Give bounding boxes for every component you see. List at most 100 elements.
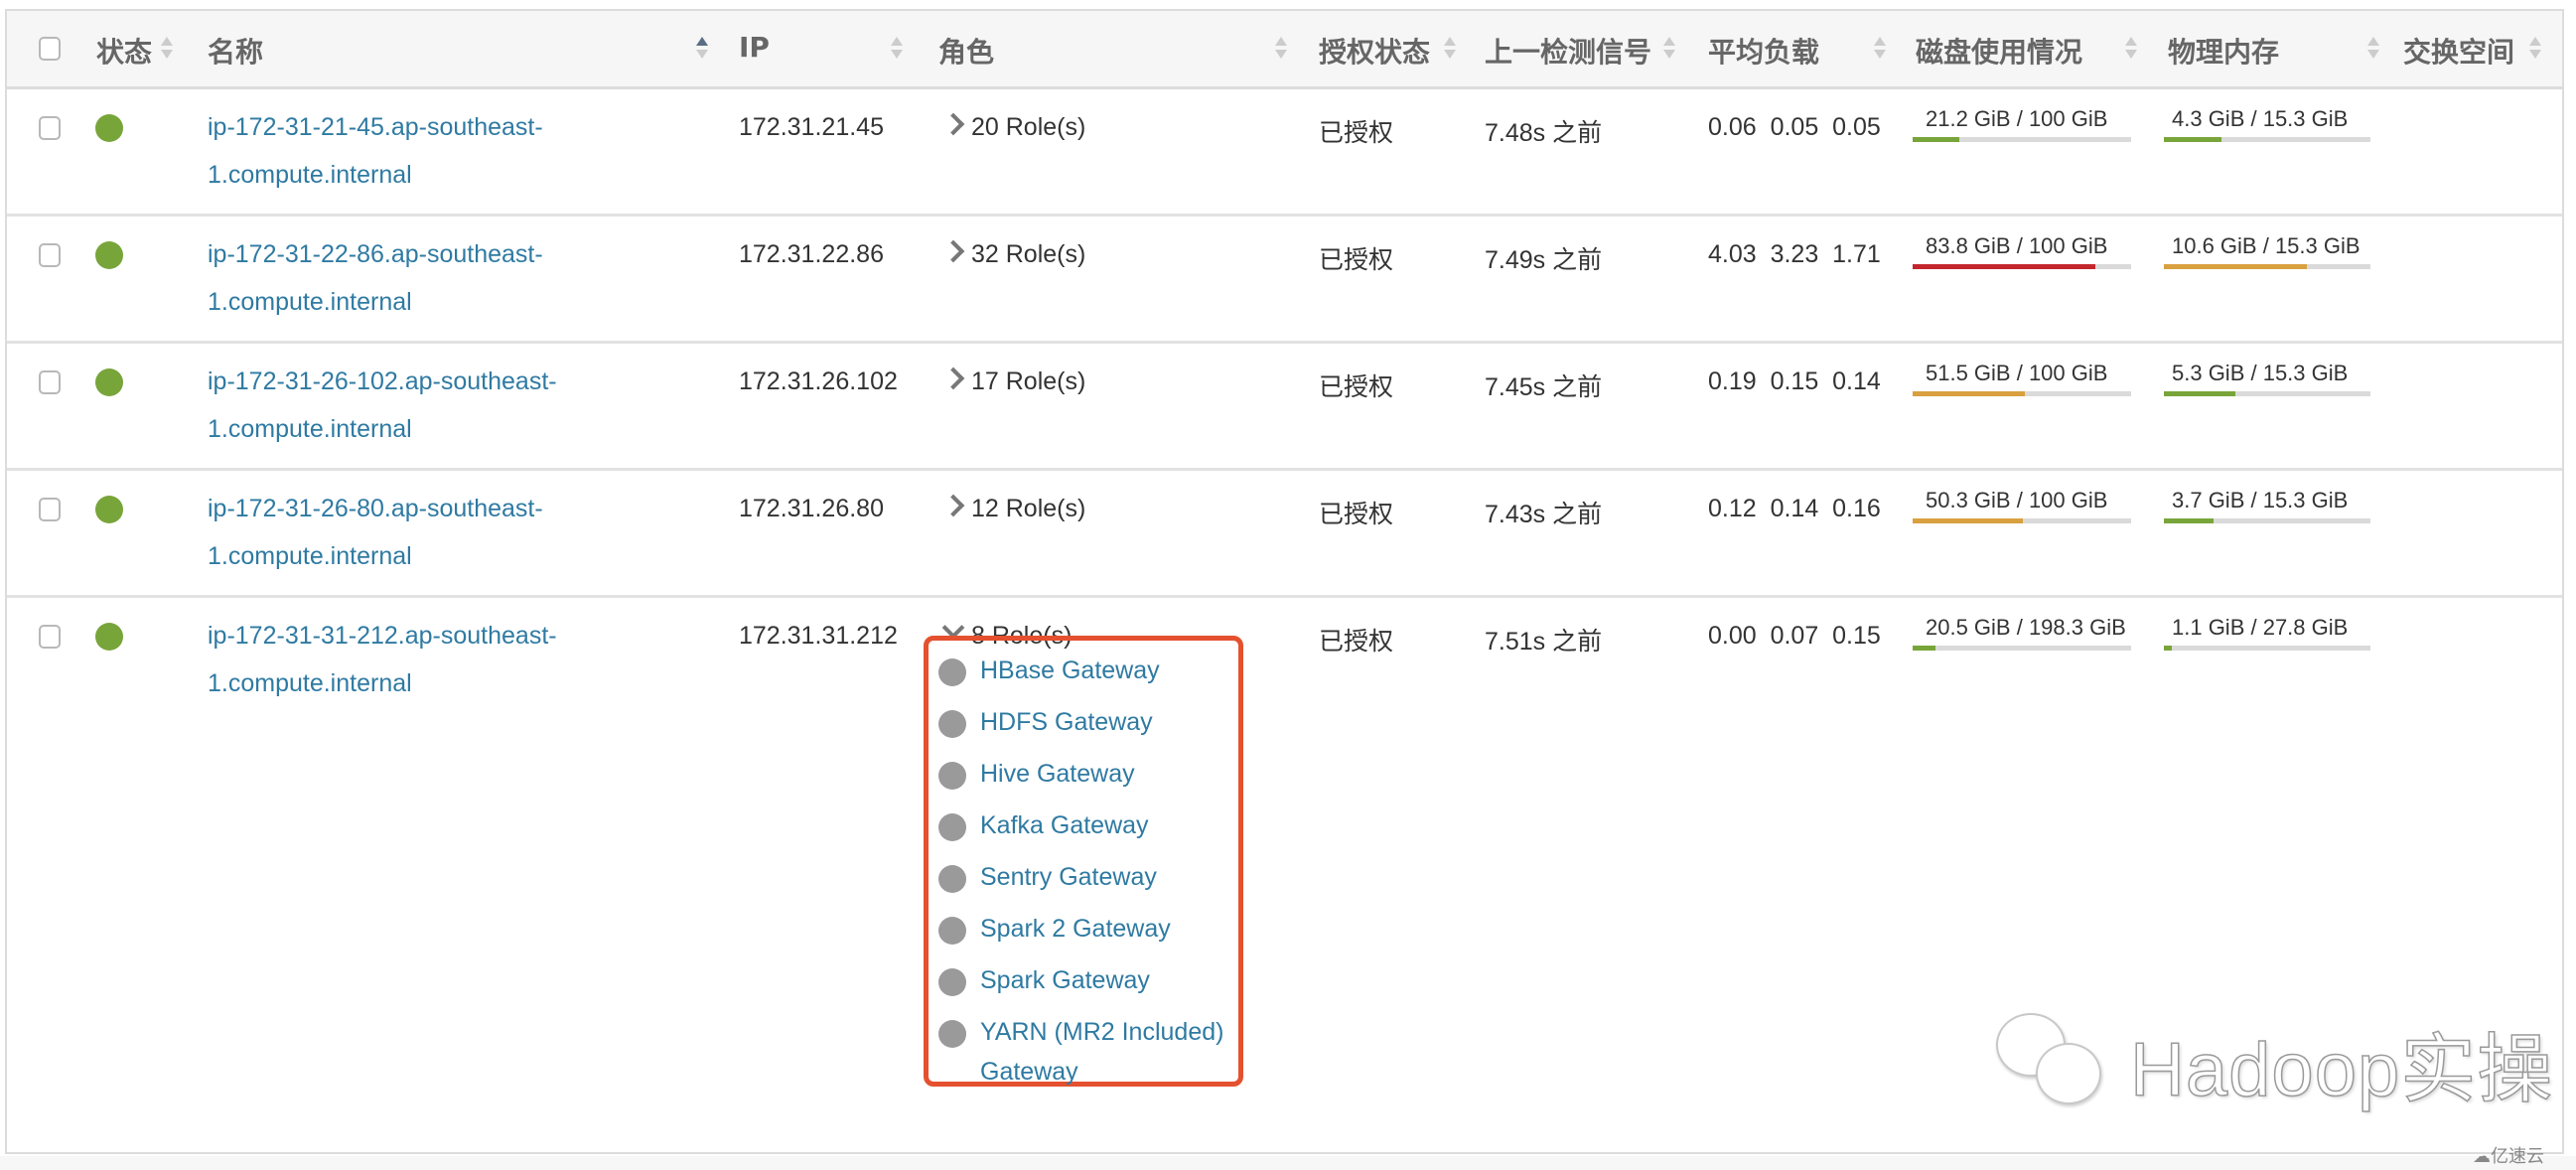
page-footer: [0, 1156, 2576, 1170]
role-status-icon: [938, 865, 966, 893]
sort-icon-status[interactable]: [161, 37, 173, 61]
load-15min: 0.15: [1832, 622, 1881, 650]
sort-icon-heartbeat[interactable]: [1663, 37, 1675, 61]
load-1min: 4.03: [1708, 240, 1757, 268]
status-good-icon: [95, 368, 123, 396]
last-heartbeat: 7.43s 之前: [1485, 501, 1603, 528]
disk-usage-bar: [1913, 518, 2131, 523]
load-5min: 0.14: [1770, 495, 1819, 522]
disk-usage-fill: [1913, 137, 1959, 142]
sort-icon-disk[interactable]: [2125, 37, 2137, 61]
host-name-link[interactable]: ip-172-31-26-102.ap-southeast- 1.compute.…: [208, 358, 605, 453]
hosts-table: 状态 名称 IP 角色 授权状态 上一检测信号 平均负载 磁盘使用情况 物理内存…: [5, 9, 2564, 1154]
disk-usage-bar: [1913, 646, 2131, 651]
status-good-icon: [95, 623, 123, 651]
roles-toggle[interactable]: 17 Role(s): [941, 366, 1085, 396]
watermark-text: Hadoop实操: [2129, 1027, 2554, 1113]
auth-status: 已授权: [1319, 119, 1394, 147]
disk-usage-bar: [1913, 391, 2131, 396]
chevron-right-icon: [941, 494, 965, 517]
role-link[interactable]: Sentry Gateway: [980, 857, 1258, 897]
roles-toggle[interactable]: 32 Role(s): [941, 239, 1086, 269]
role-link[interactable]: HBase Gateway: [980, 651, 1258, 690]
chevron-right-icon: [941, 366, 965, 390]
load-5min: 0.15: [1770, 367, 1819, 395]
disk-usage-fill: [1913, 518, 2023, 523]
host-ip: 172.31.21.45: [739, 113, 884, 141]
row-checkbox[interactable]: [39, 116, 61, 140]
status-good-icon: [95, 496, 123, 523]
load-15min: 0.14: [1832, 367, 1881, 395]
host-ip: 172.31.31.212: [739, 622, 898, 650]
column-header-ip[interactable]: IP: [739, 31, 770, 64]
sort-icon-memory[interactable]: [2367, 37, 2379, 61]
table-row: ip-172-31-26-102.ap-southeast- 1.compute.…: [7, 344, 2562, 471]
role-link[interactable]: Spark Gateway: [980, 960, 1258, 1000]
sort-icon-roles[interactable]: [1275, 37, 1287, 61]
last-heartbeat: 7.48s 之前: [1485, 119, 1603, 147]
load-5min: 3.23: [1770, 240, 1819, 268]
chevron-right-icon: [941, 239, 965, 263]
host-ip: 172.31.26.102: [739, 367, 898, 395]
column-header-auth[interactable]: 授权状态: [1319, 31, 1430, 71]
host-ip: 172.31.26.80: [739, 495, 884, 522]
roles-toggle[interactable]: 12 Role(s): [941, 494, 1086, 523]
sort-icon-ip[interactable]: [891, 37, 903, 61]
table-row: ip-172-31-22-86.ap-southeast- 1.compute.i…: [7, 217, 2562, 344]
memory-usage-label: 3.7 GiB / 15.3 GiB: [2172, 488, 2349, 512]
memory-usage-fill: [2164, 518, 2215, 523]
row-checkbox[interactable]: [39, 370, 61, 394]
column-header-name[interactable]: 名称: [208, 31, 263, 71]
role-status-icon: [938, 1020, 966, 1048]
column-header-load[interactable]: 平均负载: [1708, 31, 1819, 71]
load-15min: 1.71: [1832, 240, 1881, 268]
roles-toggle[interactable]: 20 Role(s): [941, 112, 1085, 142]
load-1min: 0.00: [1708, 622, 1757, 650]
row-checkbox[interactable]: [39, 498, 61, 521]
row-checkbox[interactable]: [39, 625, 61, 649]
disk-usage-fill: [1913, 264, 2096, 269]
column-header-swap[interactable]: 交换空间: [2403, 31, 2514, 71]
memory-usage-bar: [2164, 137, 2370, 142]
role-link[interactable]: HDFS Gateway: [980, 702, 1258, 742]
memory-usage-bar: [2164, 264, 2370, 269]
role-link[interactable]: Spark 2 Gateway: [980, 909, 1258, 949]
disk-usage-fill: [1913, 646, 1935, 651]
host-name-link[interactable]: ip-172-31-26-80.ap-southeast- 1.compute.i…: [208, 485, 605, 580]
column-header-roles[interactable]: 角色: [938, 31, 994, 71]
column-header-disk[interactable]: 磁盘使用情况: [1916, 31, 2082, 71]
role-status-icon: [938, 917, 966, 945]
load-average: 0.12 0.14 0.16: [1708, 495, 1881, 523]
load-average: 0.06 0.05 0.05: [1708, 113, 1881, 142]
load-1min: 0.12: [1708, 495, 1757, 522]
host-name-link[interactable]: ip-172-31-21-45.ap-southeast- 1.compute.i…: [208, 103, 605, 199]
select-all-checkbox[interactable]: [39, 37, 61, 61]
host-name-link[interactable]: ip-172-31-31-212.ap-southeast- 1.compute.…: [208, 612, 605, 707]
auth-status: 已授权: [1319, 246, 1394, 274]
sort-asc-icon-name[interactable]: [696, 37, 708, 61]
column-header-status[interactable]: 状态: [96, 31, 152, 71]
memory-usage-fill: [2164, 137, 2222, 142]
roles-count: 32 Role(s): [971, 240, 1086, 268]
memory-usage-bar: [2164, 518, 2370, 523]
host-name-link[interactable]: ip-172-31-22-86.ap-southeast- 1.compute.i…: [208, 230, 605, 326]
sort-icon-auth[interactable]: [1444, 37, 1456, 61]
role-link[interactable]: Hive Gateway: [980, 754, 1258, 794]
sort-icon-load[interactable]: [1874, 37, 1886, 61]
memory-usage-bar: [2164, 646, 2370, 651]
role-link[interactable]: YARN (MR2 Included) Gateway: [980, 1012, 1238, 1092]
row-checkbox[interactable]: [39, 243, 61, 267]
sort-icon-swap[interactable]: [2529, 37, 2541, 61]
roles-count: 12 Role(s): [971, 495, 1086, 522]
status-good-icon: [95, 241, 123, 269]
disk-usage-label: 20.5 GiB / 198.3 GiB: [1926, 615, 2126, 640]
corner-brand: ☁亿速云: [2473, 1142, 2544, 1168]
column-header-heartbeat[interactable]: 上一检测信号: [1485, 31, 1651, 71]
load-1min: 0.19: [1708, 367, 1757, 395]
load-average: 0.00 0.07 0.15: [1708, 622, 1881, 651]
highlight-box-expanded-roles: HBase Gateway HDFS Gateway Hive Gateway Kaf…: [924, 636, 1243, 1087]
role-status-icon: [938, 968, 966, 996]
column-header-memory[interactable]: 物理内存: [2168, 31, 2279, 71]
role-link[interactable]: Kafka Gateway: [980, 805, 1258, 845]
disk-usage-label: 51.5 GiB / 100 GiB: [1926, 361, 2108, 385]
